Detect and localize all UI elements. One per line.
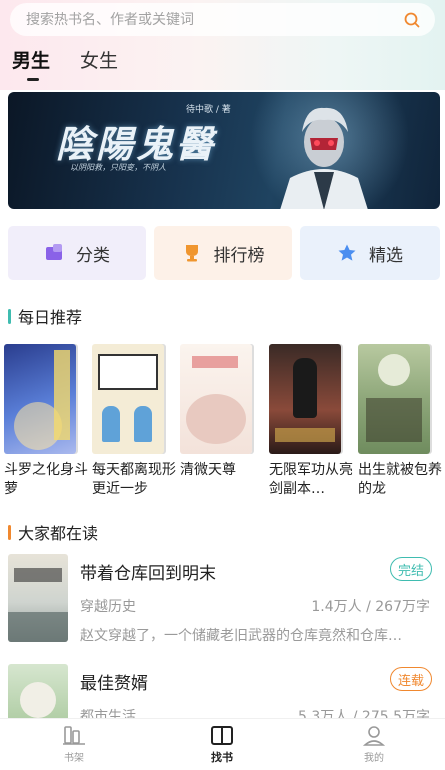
promo-banner[interactable]: 待中歌 / 著 陰陽鬼醫 以阴阳救，只阳变，不阴人	[8, 92, 440, 209]
nav-label: 书架	[64, 753, 84, 764]
status-badge: 完结	[390, 557, 432, 581]
category-button[interactable]: 分类	[8, 226, 146, 280]
banner-tagline: 以阴阳救，只阳变，不阴人	[70, 163, 166, 172]
nav-bookshelf[interactable]: 书架	[34, 725, 114, 764]
book-title: 斗罗之化身斗萝	[4, 462, 88, 497]
featured-label: 精选	[369, 245, 403, 266]
book-title: 无限军功从亮剑副本…	[269, 462, 353, 497]
popular-section-header: 大家都在读	[8, 520, 98, 544]
book-cover	[92, 344, 164, 454]
category-label: 分类	[76, 245, 110, 266]
search-icon[interactable]	[403, 11, 421, 29]
star-icon	[338, 244, 356, 261]
banner-figure-image	[280, 107, 368, 209]
book-card[interactable]: 无限军功从亮剑副本…	[269, 344, 353, 499]
trophy-icon	[185, 245, 198, 262]
search-bar[interactable]	[10, 3, 435, 36]
nav-find-books[interactable]: 找书	[182, 725, 262, 765]
popular-title: 大家都在读	[18, 524, 99, 543]
nav-profile[interactable]: 我的	[334, 725, 414, 764]
book-card[interactable]: 清微天尊	[180, 344, 264, 480]
book-title: 最佳赘婿	[80, 674, 148, 694]
ranking-label: 排行榜	[213, 245, 265, 266]
tab-female[interactable]: 女生	[80, 46, 118, 73]
daily-books: 斗罗之化身斗萝 每天都离现形更近一步 清微天尊 无限军功从亮剑副本… 出生就被包…	[4, 344, 445, 502]
tab-male[interactable]: 男生	[12, 46, 50, 73]
book-cover	[4, 344, 76, 454]
popular-accent-bar	[8, 524, 11, 540]
daily-section-header: 每日推荐	[8, 304, 82, 328]
profile-icon	[362, 726, 386, 746]
book-card[interactable]: 每天都离现形更近一步	[92, 344, 176, 499]
category-row: 分类 排行榜 精选	[8, 226, 440, 280]
book-title: 出生就被包养的龙	[358, 462, 442, 497]
book-description: 赵文穿越了，一个储藏老旧武器的仓库竟然和仓库…	[80, 628, 402, 644]
daily-title: 每日推荐	[18, 308, 83, 327]
book-cover	[269, 344, 341, 454]
bookshelf-icon	[63, 726, 85, 745]
status-badge: 连载	[390, 667, 432, 691]
nav-label: 我的	[364, 753, 384, 764]
ranking-button[interactable]: 排行榜	[154, 226, 292, 280]
book-stats: 1.4万人 / 267万字	[311, 599, 430, 615]
list-item[interactable]: 带着仓库回到明末 完结 穿越历史 1.4万人 / 267万字 赵文穿越了，一个储…	[8, 554, 440, 654]
book-card[interactable]: 出生就被包养的龙	[358, 344, 442, 499]
banner-title: 陰陽鬼醫	[56, 122, 216, 166]
gender-tabs: 男生 女生	[0, 46, 445, 82]
bottom-nav: 书架 找书 我的	[0, 718, 445, 770]
search-input[interactable]	[26, 11, 403, 28]
book-cover	[8, 554, 68, 642]
book-open-icon	[211, 726, 233, 745]
book-title: 清微天尊	[180, 462, 236, 478]
daily-accent-bar	[8, 308, 11, 324]
book-title: 带着仓库回到明末	[80, 564, 216, 584]
book-cover	[358, 344, 430, 454]
book-cover	[180, 344, 252, 454]
nav-label: 找书	[211, 751, 233, 764]
featured-button[interactable]: 精选	[300, 226, 440, 280]
category-icon	[46, 244, 62, 260]
book-card[interactable]: 斗罗之化身斗萝	[4, 344, 88, 499]
book-title: 每天都离现形更近一步	[92, 462, 176, 497]
book-genre: 穿越历史	[80, 599, 136, 615]
tab-indicator	[27, 78, 39, 81]
